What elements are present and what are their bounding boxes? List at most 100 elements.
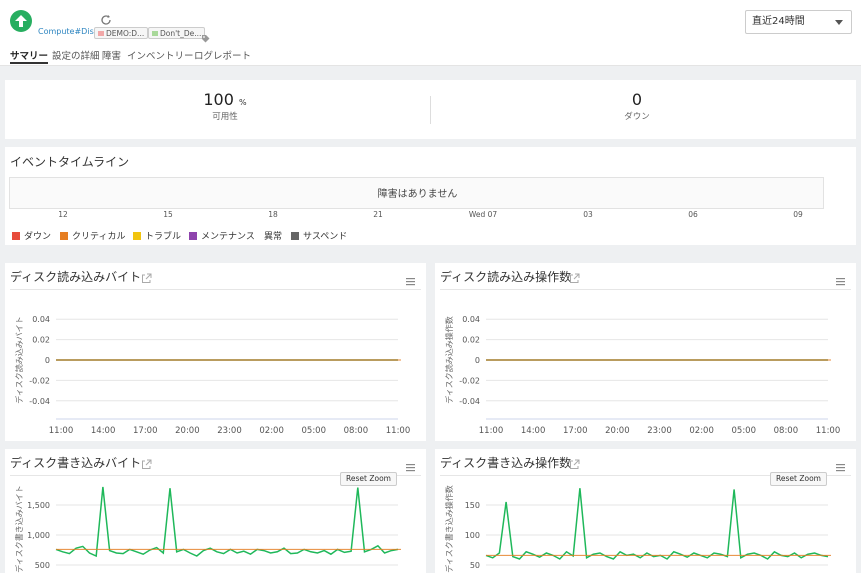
y-tick-label: -0.02 (459, 376, 480, 385)
timeline-tick: Wed 07 (468, 210, 498, 219)
tag-color-dot (98, 31, 104, 36)
reset-zoom-button[interactable]: Reset Zoom (340, 472, 397, 486)
x-tick-label: 11:00 (386, 426, 411, 436)
timeline-tick: 21 (373, 210, 383, 219)
y-tick-label: 50 (470, 561, 480, 570)
availability-value: 100 (203, 90, 234, 109)
legend-item-anomaly[interactable]: 異常 (264, 229, 282, 242)
legend-item-suspend[interactable]: サスペンド (291, 229, 347, 242)
disk-write-ops-panel: ディスク書き込み操作数 ディスク書き込み操作数 150 100 50 Reset Zo… (435, 449, 856, 573)
y-axis-label: ディスク書き込み操作数 (444, 485, 454, 572)
x-tick-label: 17:00 (563, 426, 588, 436)
legend-swatch (189, 232, 197, 240)
series-line (485, 488, 829, 560)
tag-label: DEMO:D... (106, 29, 145, 38)
tag-color-dot (152, 31, 158, 36)
disk-write-bytes-panel: ディスク書き込みバイト ディスク書き込みバイト 1,500 1,000 500 Res… (5, 449, 426, 573)
disk-read-ops-panel: ディスク読み込み操作数 ディスク読み込み操作数 0.04 0.02 0 -0.02 -0.… (435, 263, 856, 441)
x-tick-label: 11:00 (816, 426, 841, 436)
external-link-icon[interactable] (141, 455, 152, 469)
availability-stat: 100 % 可用性 (125, 90, 325, 122)
legend-swatch (291, 232, 299, 240)
legend-item-trouble[interactable]: トラブル (133, 229, 181, 242)
title-divider (10, 289, 421, 290)
time-period-value: 直近24時間 (752, 16, 805, 27)
disk-read-bytes-chart[interactable]: ディスク読み込みバイト 0.04 0.02 0 -0.02 -0.04 11:00 14:00… (5, 291, 426, 441)
downtime-stat: 0 ダウン (537, 90, 737, 122)
disk-read-ops-chart[interactable]: ディスク読み込み操作数 0.04 0.02 0 -0.02 -0.04 11:00 14:00… (435, 291, 856, 441)
disk-write-ops-chart[interactable]: ディスク書き込み操作数 150 100 50 (435, 477, 856, 573)
legend-item-down[interactable]: ダウン (12, 229, 51, 242)
legend-item-maintenance[interactable]: メンテナンス (189, 229, 255, 242)
x-tick-label: 23:00 (647, 426, 672, 436)
legend-label: サスペンド (303, 232, 348, 242)
y-axis-label: ディスク書き込みバイト (14, 485, 24, 572)
y-tick-label: 0.04 (462, 315, 480, 324)
availability-summary: 100 % 可用性 0 ダウン (5, 80, 856, 139)
x-tick-label: 17:00 (133, 426, 158, 436)
y-axis-label: ディスク読み込みバイト (14, 316, 24, 403)
x-tick-label: 02:00 (259, 426, 284, 436)
y-tick-label: 0.02 (32, 336, 50, 345)
monitor-header: Compute#Disk DEMO:D... Don't_De... 直近24時… (0, 0, 861, 66)
disk-read-bytes-panel: ディスク読み込みバイト ディスク読み込みバイト 0.04 0.02 0 -0.02 -0.… (5, 263, 426, 441)
tag-dont-delete[interactable]: Don't_De... (148, 27, 206, 39)
y-tick-label: -0.04 (459, 397, 480, 406)
status-up-icon (10, 10, 32, 32)
tab-summary[interactable]: サマリー (10, 48, 49, 64)
x-tick-label: 14:00 (521, 426, 546, 436)
chart-title: ディスク読み込み操作数 (440, 270, 572, 284)
x-tick-label: 11:00 (49, 426, 74, 436)
external-link-icon[interactable] (569, 269, 580, 283)
tab-outages[interactable]: 障害 (102, 48, 121, 64)
availability-unit: % (239, 98, 247, 107)
monitor-name-link[interactable]: Compute#Disk (38, 27, 98, 36)
tab-inventory[interactable]: インベントリー (127, 48, 194, 64)
legend-swatch (133, 232, 141, 240)
event-timeline-track[interactable]: 障害はありません (9, 177, 824, 209)
external-link-icon[interactable] (141, 269, 152, 283)
tag-icon[interactable] (201, 28, 210, 43)
timeline-axis (9, 208, 824, 209)
event-timeline-panel: イベントタイムライン 障害はありません 12 15 18 21 Wed 07 0… (5, 147, 856, 245)
legend-label: メンテナンス (201, 232, 255, 242)
availability-label: 可用性 (212, 112, 238, 122)
x-tick-label: 20:00 (175, 426, 200, 436)
y-tick-label: 1,000 (27, 531, 50, 540)
hamburger-menu-icon[interactable] (406, 271, 415, 286)
x-tick-label: 14:00 (91, 426, 116, 436)
legend-label: ダウン (24, 232, 52, 242)
y-tick-label: 100 (465, 531, 480, 540)
hamburger-menu-icon[interactable] (836, 457, 845, 472)
time-period-select[interactable]: 直近24時間 (745, 10, 852, 34)
y-tick-label: 0 (45, 356, 50, 365)
hamburger-menu-icon[interactable] (836, 271, 845, 286)
x-tick-label: 05:00 (302, 426, 327, 436)
y-tick-label: 500 (35, 561, 50, 570)
series-line (55, 486, 399, 558)
legend-item-critical[interactable]: クリティカル (60, 229, 125, 242)
no-outage-message: 障害はありません (377, 189, 458, 200)
external-link-icon[interactable] (569, 455, 580, 469)
legend-label: 異常 (264, 232, 283, 242)
timeline-tick: 18 (268, 210, 278, 219)
tab-log-report[interactable]: ログレポート (194, 48, 251, 64)
refresh-icon[interactable] (100, 11, 112, 25)
y-tick-label: 0.02 (462, 336, 480, 345)
legend-label: トラブル (145, 232, 182, 242)
disk-write-bytes-chart[interactable]: ディスク書き込みバイト 1,500 1,000 500 (5, 477, 426, 573)
timeline-tick: 12 (58, 210, 68, 219)
tag-demo[interactable]: DEMO:D... (94, 27, 149, 39)
downtime-value: 0 (631, 90, 643, 109)
x-tick-label: 08:00 (774, 426, 799, 436)
x-tick-label: 02:00 (689, 426, 714, 436)
y-tick-label: 0 (475, 356, 480, 365)
chart-title: ディスク読み込みバイト (10, 270, 142, 284)
x-tick-label: 23:00 (217, 426, 242, 436)
tab-configuration-details[interactable]: 設定の詳細 (52, 48, 100, 64)
legend-swatch (12, 232, 20, 240)
legend-swatch (60, 232, 68, 240)
hamburger-menu-icon[interactable] (406, 457, 415, 472)
reset-zoom-button[interactable]: Reset Zoom (770, 472, 827, 486)
tag-label: Don't_De... (160, 29, 202, 38)
